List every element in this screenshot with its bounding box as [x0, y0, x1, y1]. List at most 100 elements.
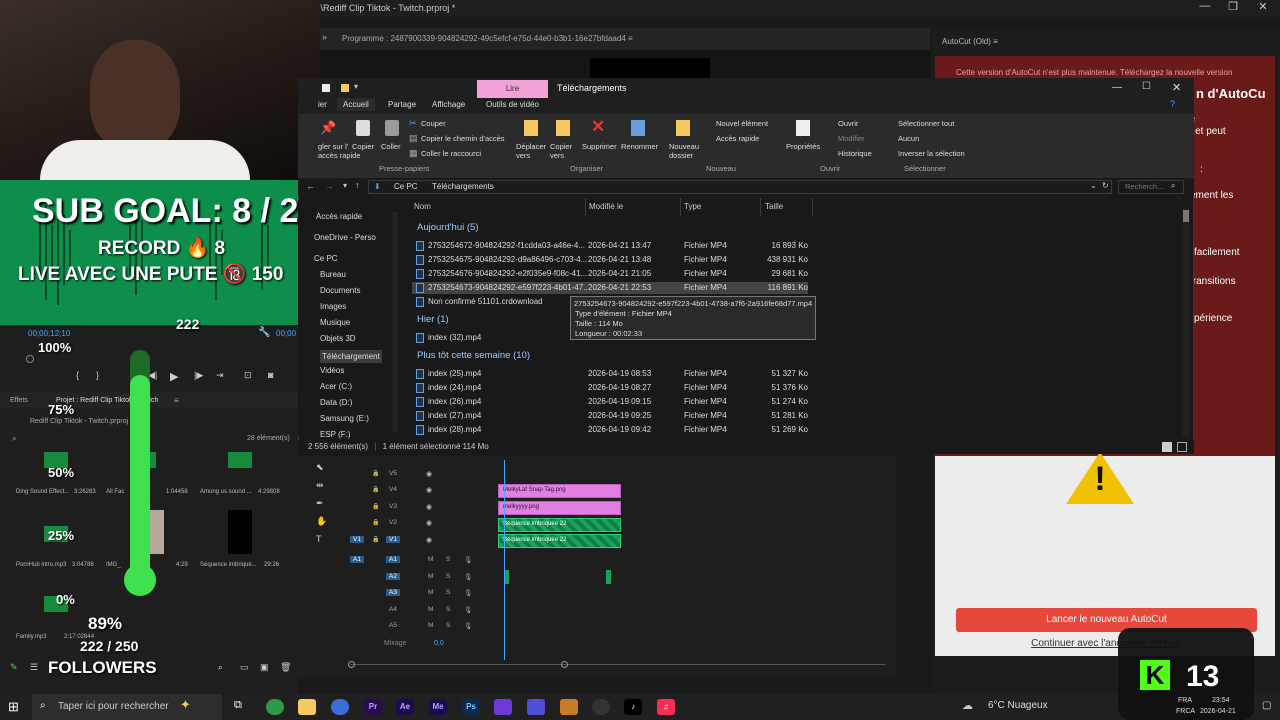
paste-button[interactable]: Coller [381, 142, 401, 151]
clip-snap-tag[interactable]: MelkyLaf Snap Tag.png [498, 484, 621, 498]
timeline-playhead[interactable] [504, 460, 505, 660]
column-divider[interactable] [760, 198, 761, 216]
breadcrumb-telechargements[interactable]: Téléchargements [432, 182, 494, 191]
path-icon[interactable]: ▤ [409, 133, 418, 144]
video-track-label[interactable]: V5 [386, 470, 400, 477]
microphone-icon[interactable]: 🎙 [464, 606, 472, 614]
column-divider[interactable] [680, 198, 681, 216]
group-header[interactable]: Aujourd'hui (5) [417, 222, 479, 233]
file-name[interactable]: index (26).mp4 [428, 397, 481, 406]
clock-date[interactable]: 2026-04-21 [1200, 708, 1236, 715]
explorer-close-icon[interactable]: ✕ [1172, 81, 1181, 94]
tiles-view-icon[interactable] [1177, 442, 1187, 452]
nav-item[interactable]: Téléchargement [320, 350, 382, 363]
v1-source-patch[interactable]: V1 [350, 536, 364, 543]
lock-icon[interactable]: 🔒 [372, 536, 379, 543]
eye-icon[interactable]: ◉ [426, 519, 432, 527]
column-name[interactable]: Nom [414, 202, 431, 211]
nav-item[interactable]: Samsung (E:) [320, 414, 369, 423]
lock-icon[interactable]: 🔒 [372, 470, 379, 477]
nav-item[interactable]: Data (D:) [320, 398, 352, 407]
a1-source-patch[interactable]: A1 [350, 556, 364, 563]
folder-quick-icon[interactable] [322, 84, 330, 92]
timeline-scrollbar[interactable] [350, 664, 885, 665]
column-divider[interactable] [812, 198, 813, 216]
properties-icon[interactable] [796, 120, 810, 136]
type-tool-icon[interactable]: T [316, 534, 322, 544]
scroll-handle-left[interactable] [348, 661, 355, 668]
file-name[interactable]: index (27).mp4 [428, 411, 481, 420]
media-encoder-icon[interactable]: Me [429, 699, 447, 715]
chrome-icon[interactable] [266, 699, 284, 715]
solo-button[interactable]: S [446, 622, 450, 629]
app-icon-2[interactable] [527, 699, 545, 715]
audio-clip-a2-b[interactable] [606, 570, 611, 584]
source-playhead-icon[interactable] [26, 355, 34, 363]
paste-shortcut-button[interactable]: Coller le raccourci [421, 149, 481, 158]
rename-icon[interactable] [631, 120, 645, 136]
selection-tool-icon[interactable]: ⬉ [316, 462, 324, 473]
new-bin-icon[interactable]: ▭ [240, 662, 249, 673]
notification-icon[interactable]: ▢ [1262, 700, 1271, 711]
nav-item[interactable]: Vidéos [320, 366, 344, 375]
file-name[interactable]: 2753254676-904824292-e2f035e9-f08c-41... [428, 269, 587, 278]
paste-icon[interactable] [385, 120, 399, 136]
autocut-tab[interactable]: AutoCut (Old) ≡ [932, 34, 1280, 52]
invert-selection-button[interactable]: Inverser la sélection [898, 149, 965, 158]
minimize-icon[interactable]: — [1190, 0, 1220, 12]
eye-icon[interactable]: ◉ [426, 503, 432, 511]
forward-icon[interactable]: → [325, 181, 334, 191]
explorer-minimize-icon[interactable]: — [1112, 82, 1122, 93]
file-name[interactable]: 2753254675-904824292-d9a86496-c703-4... [428, 255, 587, 264]
video-track-label[interactable]: V1 [386, 536, 400, 543]
copy-to-button[interactable]: Copier vers [550, 142, 572, 160]
nav-item[interactable]: Acer (C:) [320, 382, 352, 391]
file-explorer-icon[interactable] [298, 699, 316, 715]
scroll-handle-right[interactable] [561, 661, 568, 668]
solo-button[interactable]: S [446, 573, 450, 580]
trash-icon[interactable]: 🗑 [280, 662, 291, 673]
audio-thumb-3[interactable] [228, 452, 252, 468]
photoshop-icon[interactable]: Ps [462, 699, 480, 715]
task-view-icon[interactable]: ⧉ [234, 699, 242, 712]
history-button[interactable]: Historique [838, 149, 872, 158]
explorer-maximize-icon[interactable]: ☐ [1142, 81, 1151, 92]
mute-button[interactable]: M [428, 589, 433, 596]
clip-sequence-v2[interactable]: Séquence imbriquée 22 [498, 518, 621, 532]
tiktok-icon[interactable]: ♪ [624, 699, 642, 715]
move-to-button[interactable]: Déplacer vers [516, 142, 546, 160]
select-none-button[interactable]: Aucun [898, 134, 919, 143]
tab-affichage[interactable]: Affichage [432, 100, 465, 109]
solo-button[interactable]: S [446, 606, 450, 613]
weather-text[interactable]: 6°C Nuageux [988, 700, 1048, 711]
group-header[interactable]: Plus tôt cette semaine (10) [417, 350, 530, 361]
file-name[interactable]: index (25).mp4 [428, 369, 481, 378]
expand-panel-icon[interactable]: » [322, 32, 327, 42]
easy-access-button[interactable]: Accès rapide [716, 134, 759, 143]
music-icon[interactable]: ♫ [657, 699, 675, 715]
video-track-label[interactable]: V2 [386, 519, 400, 526]
mixage-value[interactable]: 0,0 [434, 640, 444, 647]
play-icon[interactable]: ▶ [170, 370, 178, 383]
delete-button[interactable]: Supprimer [582, 142, 617, 151]
step-forward-icon[interactable]: |▶ [194, 370, 203, 381]
pen-tool-icon[interactable]: ✒ [316, 498, 324, 509]
audio-track-label[interactable]: A5 [386, 622, 400, 629]
nav-item[interactable]: Accès rapide [316, 212, 362, 221]
nav-item[interactable]: Objets 3D [320, 334, 356, 343]
mute-button[interactable]: M [428, 573, 433, 580]
new-item-button[interactable]: Nouvel élément [716, 119, 768, 128]
lock-icon[interactable]: 🔒 [372, 486, 379, 493]
new-folder-button[interactable]: Nouveau dossier [669, 142, 699, 160]
effects-tab[interactable]: Effets [10, 397, 28, 404]
solo-button[interactable]: S [446, 556, 450, 563]
move-to-icon[interactable] [524, 120, 538, 136]
tab-outils-video[interactable]: Outils de vidéo [486, 100, 539, 109]
up-icon[interactable]: ↑ [355, 180, 360, 190]
microphone-icon[interactable]: 🎙 [464, 589, 472, 597]
lock-icon[interactable]: 🔒 [372, 519, 379, 526]
eye-icon[interactable]: ◉ [426, 470, 432, 478]
find-icon[interactable]: ⌕ [218, 662, 223, 673]
refresh-icon[interactable]: ↻ [1102, 181, 1109, 190]
file-name[interactable]: 2753254672-904824292-f1cdda03-a46e-4... [428, 241, 585, 250]
